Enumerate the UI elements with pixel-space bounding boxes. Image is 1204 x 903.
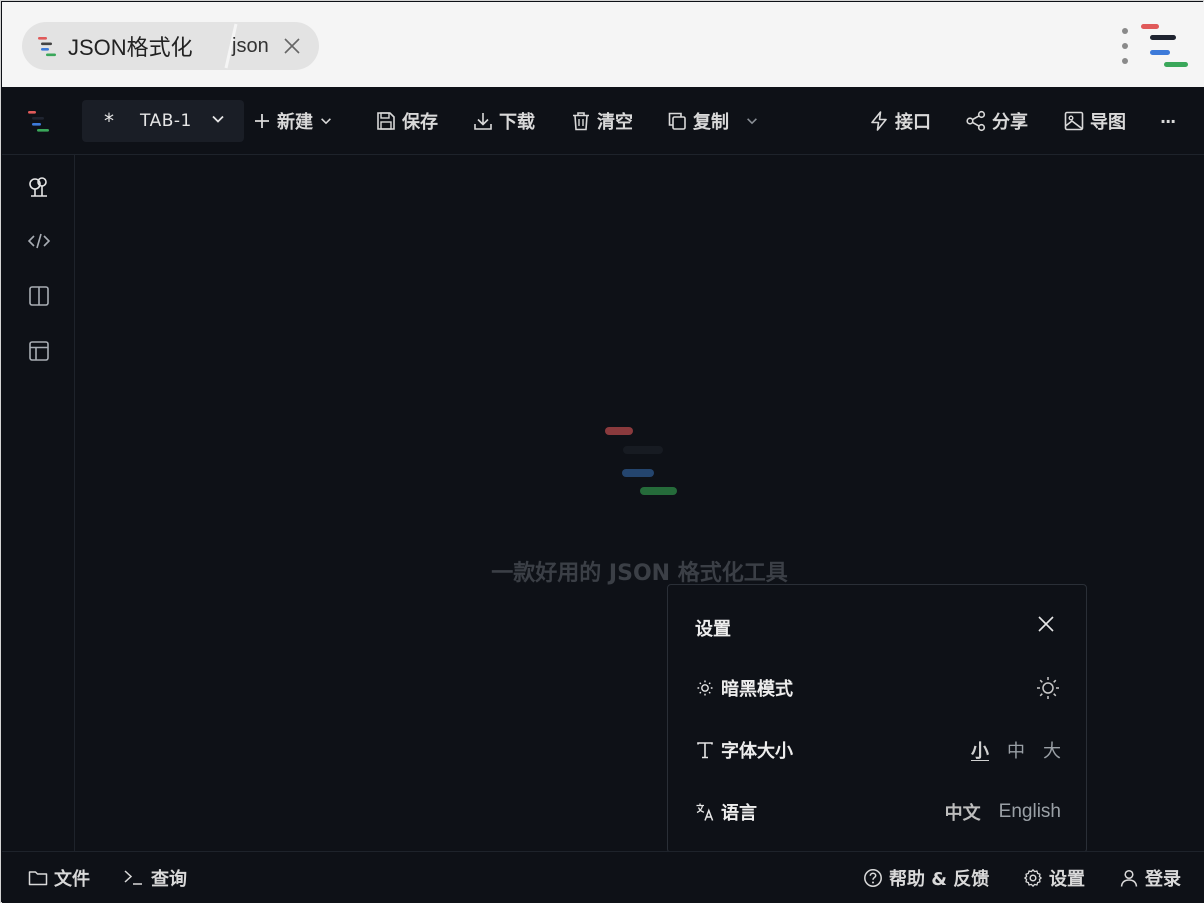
browser-tab[interactable]: JSON格式化 json [22, 22, 319, 70]
login-label: 登录 [1145, 869, 1181, 890]
share-button[interactable]: 分享 [965, 100, 1028, 142]
folder-icon [28, 871, 48, 886]
query-button[interactable]: 查询 [123, 865, 187, 891]
export-image-button[interactable]: 导图 [1063, 100, 1126, 142]
more-vertical-icon[interactable] [1120, 28, 1130, 64]
export-image-label: 导图 [1090, 112, 1126, 133]
share-label: 分享 [992, 112, 1028, 133]
settings-label: 设置 [1049, 869, 1085, 890]
close-icon[interactable] [1036, 614, 1056, 634]
language-label: 语言 [721, 803, 757, 824]
save-button[interactable]: 保存 [375, 100, 438, 142]
trash-icon [573, 112, 589, 131]
browser-tab-keyword[interactable]: json [232, 22, 303, 70]
copy-button[interactable]: 复制 [666, 100, 759, 142]
chevron-down-icon[interactable] [210, 111, 226, 131]
lightning-icon [871, 111, 887, 131]
brand-logo-icon [605, 427, 677, 495]
dark-mode-label: 暗黑模式 [721, 679, 793, 700]
new-label: 新建 [277, 112, 313, 133]
tab-1[interactable]: * TAB-1 [82, 100, 244, 142]
file-button[interactable]: 文件 [28, 865, 90, 891]
clear-button[interactable]: 清空 [570, 100, 633, 142]
language-chinese[interactable]: 中文 [945, 799, 981, 825]
browser-tab-title: JSON格式化 [68, 35, 193, 60]
help-label: 帮助 & 反馈 [889, 869, 990, 890]
app-logo-icon[interactable] [26, 109, 52, 133]
save-label: 保存 [402, 112, 438, 133]
status-bar: 文件 查询 帮助 & 反馈 设置 登录 [2, 851, 1204, 903]
close-icon[interactable] [281, 35, 303, 57]
sidebar [2, 155, 75, 851]
tree-view-icon[interactable] [27, 175, 51, 199]
font-size-medium[interactable]: 中 [1007, 737, 1025, 763]
save-icon [377, 112, 395, 130]
font-size-label: 字体大小 [721, 741, 793, 762]
sun-dim-icon [697, 680, 713, 696]
download-button[interactable]: 下载 [472, 100, 535, 142]
login-button[interactable]: 登录 [1119, 865, 1181, 891]
tab-keyword-text: json [232, 34, 269, 57]
query-label: 查询 [151, 869, 187, 890]
copy-label: 复制 [693, 112, 729, 133]
help-feedback-button[interactable]: 帮助 & 反馈 [863, 865, 989, 891]
api-button[interactable]: 接口 [868, 100, 931, 142]
file-label: 文件 [54, 869, 90, 890]
app-window: JSON格式化 json * TAB-1 新建 保存 下载 清空 复制 接口 分… [0, 0, 1204, 903]
terminal-icon [124, 870, 142, 885]
sun-icon[interactable] [1035, 675, 1061, 701]
chevron-down-icon[interactable] [745, 114, 759, 128]
browser-tab-main[interactable]: JSON格式化 [22, 22, 222, 70]
unsaved-marker: * [104, 109, 114, 133]
translate-icon [696, 803, 714, 821]
code-view-icon[interactable] [27, 229, 51, 253]
more-horizontal-icon: ··· [1160, 111, 1176, 131]
tagline: 一款好用的 JSON 格式化工具 [491, 561, 788, 586]
chevron-down-icon[interactable] [319, 114, 333, 128]
settings-panel: 设置 暗黑模式 字体大小 小 中 大 语言 中文 English [667, 584, 1087, 853]
language-row: 语言 中文 English [695, 797, 1061, 827]
download-icon [474, 113, 492, 130]
plus-icon [255, 114, 269, 128]
gear-icon [1024, 869, 1042, 887]
new-button[interactable]: 新建 [252, 100, 333, 142]
help-icon [864, 869, 882, 887]
toolbar: * TAB-1 新建 保存 下载 清空 复制 接口 分享 导图 ··· [2, 87, 1204, 155]
split-view-icon[interactable] [27, 284, 51, 308]
dark-mode-row: 暗黑模式 [695, 673, 1061, 703]
api-label: 接口 [895, 112, 931, 133]
settings-title: 设置 [695, 619, 731, 640]
copy-icon [668, 112, 686, 130]
brand-logo-icon [1141, 24, 1188, 67]
download-label: 下载 [499, 112, 535, 133]
app-logo-icon [38, 37, 56, 57]
text-icon [697, 742, 713, 759]
share-icon [966, 110, 986, 132]
font-size-row: 字体大小 小 中 大 [695, 735, 1061, 765]
clear-label: 清空 [597, 112, 633, 133]
browser-header: JSON格式化 json [2, 2, 1204, 87]
more-button[interactable]: ··· [1160, 100, 1176, 142]
table-view-icon[interactable] [27, 339, 51, 363]
font-size-small[interactable]: 小 [971, 737, 989, 763]
settings-button[interactable]: 设置 [1023, 865, 1085, 891]
image-icon [1064, 111, 1084, 131]
language-english[interactable]: English [999, 801, 1061, 823]
user-icon [1120, 869, 1138, 887]
tab-label: TAB-1 [140, 111, 192, 131]
font-size-large[interactable]: 大 [1043, 737, 1061, 763]
